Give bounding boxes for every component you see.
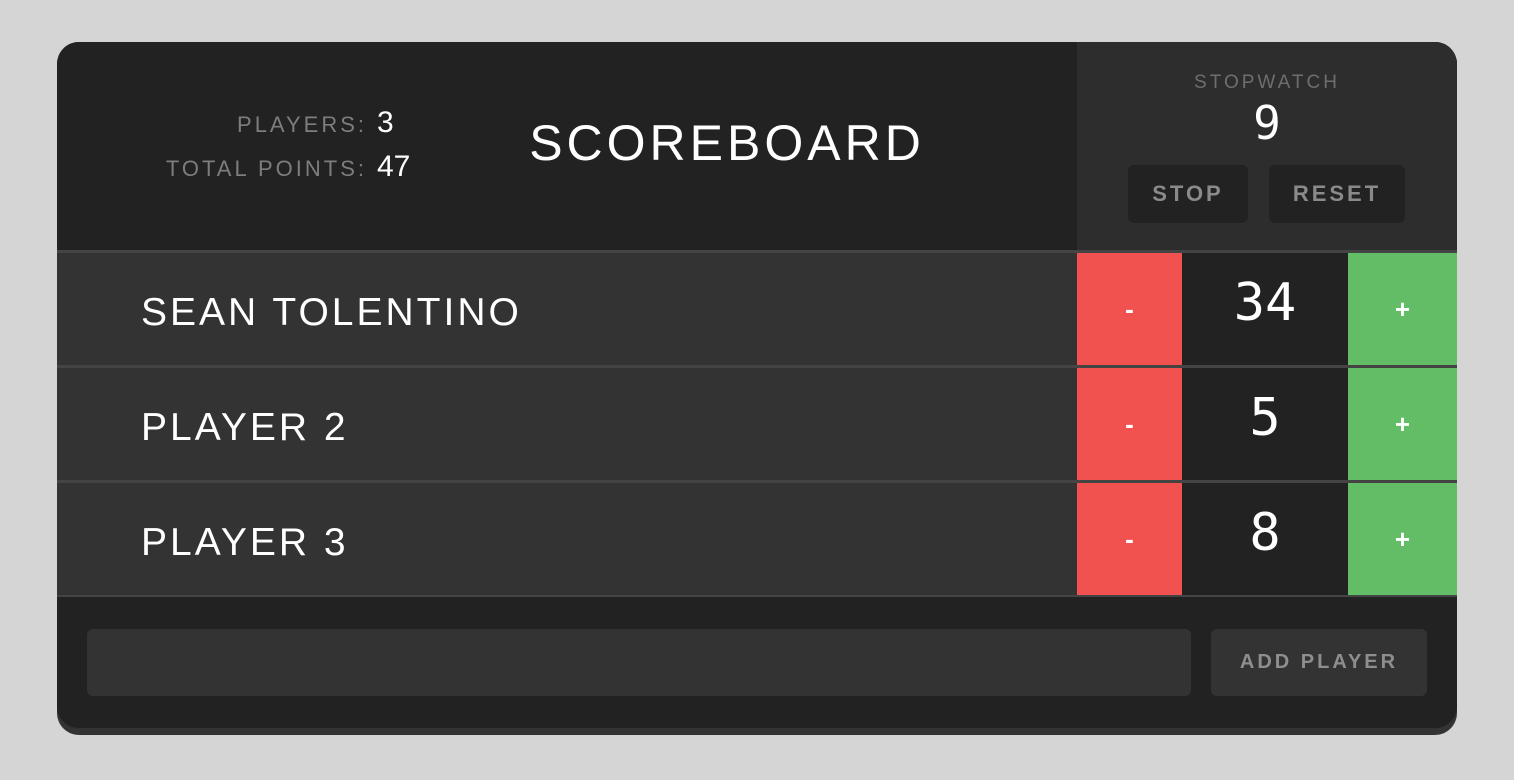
stats-panel: PLAYERS: 3 TOTAL POINTS: 47	[57, 42, 417, 250]
player-name: SEAN TOLENTINO	[141, 291, 522, 334]
stopwatch: STOPWATCH 9 STOP RESET	[1077, 42, 1457, 250]
increment-score-button[interactable]: +	[1348, 368, 1457, 480]
players-label: PLAYERS:	[237, 112, 367, 137]
player-score: 34	[1182, 253, 1348, 365]
player-name: PLAYER 2	[141, 406, 349, 449]
decrement-score-button[interactable]: -	[1077, 483, 1182, 595]
increment-score-button[interactable]: +	[1348, 253, 1457, 365]
stopwatch-time: 9	[1253, 96, 1281, 150]
total-points-value: 47	[377, 150, 411, 183]
stopwatch-label: STOPWATCH	[1194, 72, 1340, 93]
add-player-form: ADD PLAYER	[57, 597, 1457, 728]
total-points-stat: TOTAL POINTS: 47	[57, 150, 417, 184]
decrement-score-button[interactable]: -	[1077, 368, 1182, 480]
page-title: SCOREBOARD	[529, 115, 925, 171]
increment-score-button[interactable]: +	[1348, 483, 1457, 595]
player-name-input[interactable]	[87, 629, 1191, 696]
player-score: 8	[1182, 483, 1348, 595]
player-row: SEAN TOLENTINO - 34 +	[57, 250, 1457, 365]
player-row: PLAYER 3 - 8 +	[57, 480, 1457, 598]
reset-button[interactable]: RESET	[1269, 165, 1405, 223]
header: PLAYERS: 3 TOTAL POINTS: 47 SCOREBOARD S…	[57, 42, 1457, 250]
player-score: 5	[1182, 368, 1348, 480]
decrement-score-button[interactable]: -	[1077, 253, 1182, 365]
player-list: SEAN TOLENTINO - 34 + PLAYER 2 - 5 + PLA…	[57, 250, 1457, 598]
total-points-label: TOTAL POINTS:	[165, 156, 367, 181]
player-row: PLAYER 2 - 5 +	[57, 365, 1457, 480]
scoreboard: PLAYERS: 3 TOTAL POINTS: 47 SCOREBOARD S…	[57, 42, 1457, 728]
players-count: 3	[377, 106, 394, 139]
stop-button[interactable]: STOP	[1128, 165, 1248, 223]
players-stat: PLAYERS: 3	[57, 106, 417, 140]
add-player-button[interactable]: ADD PLAYER	[1211, 629, 1427, 696]
player-name: PLAYER 3	[141, 521, 349, 564]
